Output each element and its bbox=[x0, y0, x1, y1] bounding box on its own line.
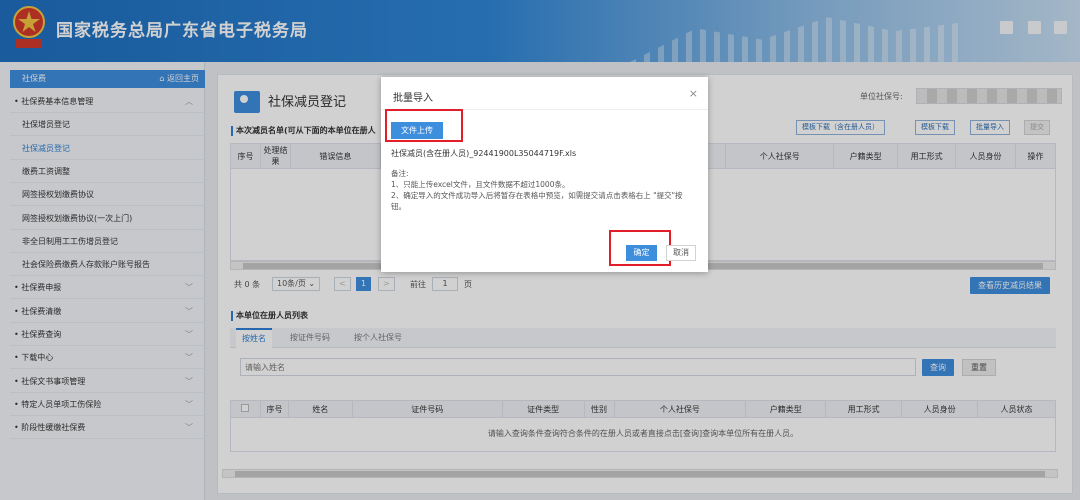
confirm-button[interactable]: 确定 bbox=[626, 245, 657, 261]
dialog-notes: 备注: 1、只能上传excel文件，且文件数据不超过1000条。 2、确定导入的… bbox=[391, 168, 696, 212]
notes-title: 备注: bbox=[391, 169, 409, 178]
batch-import-dialog: 批量导入 × 文件上传 社保减员(含在册人员)_92441900L3504471… bbox=[381, 77, 708, 272]
highlight-box-upload bbox=[385, 109, 463, 142]
uploaded-file-name: 社保减员(含在册人员)_92441900L35044719F.xls bbox=[391, 149, 577, 158]
close-icon[interactable]: × bbox=[689, 87, 698, 100]
dialog-title: 批量导入 bbox=[393, 93, 433, 104]
note-2: 2、确定导入的文件成功导入后将暂存在表格中预览，如需提交请点击表格右上 "提交"… bbox=[391, 191, 683, 211]
cancel-button[interactable]: 取消 bbox=[666, 245, 696, 261]
note-1: 1、只能上传excel文件，且文件数据不超过1000条。 bbox=[391, 180, 570, 189]
